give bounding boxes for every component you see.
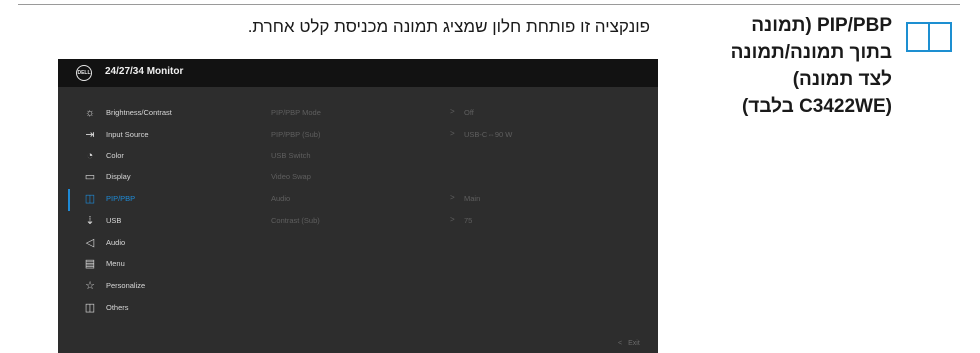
menu-item-display[interactable]: ▭ Display — [58, 167, 268, 189]
submenu-label: Video Swap — [271, 172, 311, 181]
pip-pbp-icon: ◫ — [84, 193, 96, 205]
submenu-row-audio[interactable]: Audio > Main — [271, 189, 651, 211]
heading-line: (C3422WE בלבד) — [741, 96, 892, 117]
menu-item-personalize[interactable]: ☆ Personalize — [58, 276, 268, 298]
menu-item-audio[interactable]: ◁ Audio — [58, 233, 268, 255]
submenu-label: PIP/PBP Mode — [271, 108, 321, 117]
submenu-row-pip-pbp-mode[interactable]: PIP/PBP Mode > Off — [271, 103, 651, 125]
menu-icon: ▤ — [84, 258, 96, 270]
menu-item-label: Display — [106, 172, 131, 181]
menu-item-others[interactable]: ◫ Others — [58, 298, 268, 320]
menu-item-label: Brightness/Contrast — [106, 108, 172, 117]
exit-label: Exit — [628, 340, 640, 347]
submenu-row-contrast-sub[interactable]: Contrast (Sub) > 75 — [271, 211, 651, 233]
heading-line: לצד תמונה) — [792, 69, 892, 90]
submenu-value: USB-C⇔90 W — [464, 130, 513, 139]
submenu-value: Off — [464, 108, 474, 117]
top-divider — [18, 4, 960, 5]
dell-logo: DELL — [76, 65, 92, 81]
submenu-label: Contrast (Sub) — [271, 216, 320, 225]
chevron-right-icon: > — [450, 129, 455, 138]
menu-item-input-source[interactable]: ⇥ Input Source — [58, 125, 268, 147]
osd-title: 24/27/34 Monitor — [105, 66, 184, 77]
audio-icon: ◁ — [85, 237, 95, 249]
submenu-value: 75 — [464, 216, 473, 225]
chevron-right-icon: > — [450, 193, 455, 202]
input-source-icon: ⇥ — [85, 129, 95, 141]
menu-item-brightness-contrast[interactable]: ☼ Brightness/Contrast — [58, 103, 268, 125]
chevron-right-icon: > — [450, 215, 455, 224]
menu-item-label: Menu — [106, 259, 125, 268]
menu-item-color[interactable]: ◔ Color — [58, 146, 268, 168]
menu-item-label: Personalize — [106, 281, 146, 290]
submenu-label: USB Switch — [271, 151, 311, 160]
submenu-row-video-swap[interactable]: Video Swap — [271, 167, 651, 189]
chevron-left-icon: < — [618, 340, 623, 347]
usb-icon: ⇣ — [85, 215, 95, 227]
menu-item-pip-pbp[interactable]: ◫ PIP/PBP — [58, 189, 268, 211]
heading-line: בתוך תמונה/תמונה — [730, 42, 892, 63]
menu-item-label: PIP/PBP — [106, 194, 136, 203]
submenu-value: Main — [464, 194, 481, 203]
menu-item-label: Color — [106, 151, 124, 160]
menu-item-usb[interactable]: ⇣ USB — [58, 211, 268, 233]
chevron-right-icon: > — [450, 107, 455, 116]
display-icon: ▭ — [84, 171, 96, 183]
section-heading: PIP/PBP (תמונה בתוך תמונה/תמונה לצד תמונ… — [672, 12, 892, 120]
menu-item-label: USB — [106, 216, 122, 225]
menu-item-menu[interactable]: ▤ Menu — [58, 254, 268, 276]
pip-pbp-icon — [906, 22, 952, 52]
menu-item-label: Input Source — [106, 130, 149, 139]
submenu-row-usb-switch[interactable]: USB Switch — [271, 146, 651, 168]
menu-item-label: Audio — [106, 238, 126, 247]
color-icon: ◔ — [86, 150, 94, 162]
others-icon: ◫ — [84, 302, 96, 314]
menu-item-label: Others — [106, 303, 129, 312]
section-description: פונקציה זו פותחת חלון שמציג תמונה מכניסת… — [247, 17, 650, 36]
exit-button[interactable]: < Exit — [618, 340, 640, 347]
osd-screenshot: DELL 24/27/34 Monitor ☼ Brightness/Contr… — [58, 59, 658, 353]
submenu-label: PIP/PBP (Sub) — [271, 130, 321, 139]
pip-icon-divider — [928, 24, 930, 50]
personalize-icon: ☆ — [85, 280, 95, 292]
heading-line: PIP/PBP (תמונה — [751, 15, 892, 36]
osd-header: DELL 24/27/34 Monitor — [58, 59, 658, 87]
brightness-icon: ☼ — [84, 107, 96, 119]
submenu-row-pip-pbp-sub[interactable]: PIP/PBP (Sub) > USB-C⇔90 W — [271, 125, 651, 147]
submenu-label: Audio — [271, 194, 291, 203]
